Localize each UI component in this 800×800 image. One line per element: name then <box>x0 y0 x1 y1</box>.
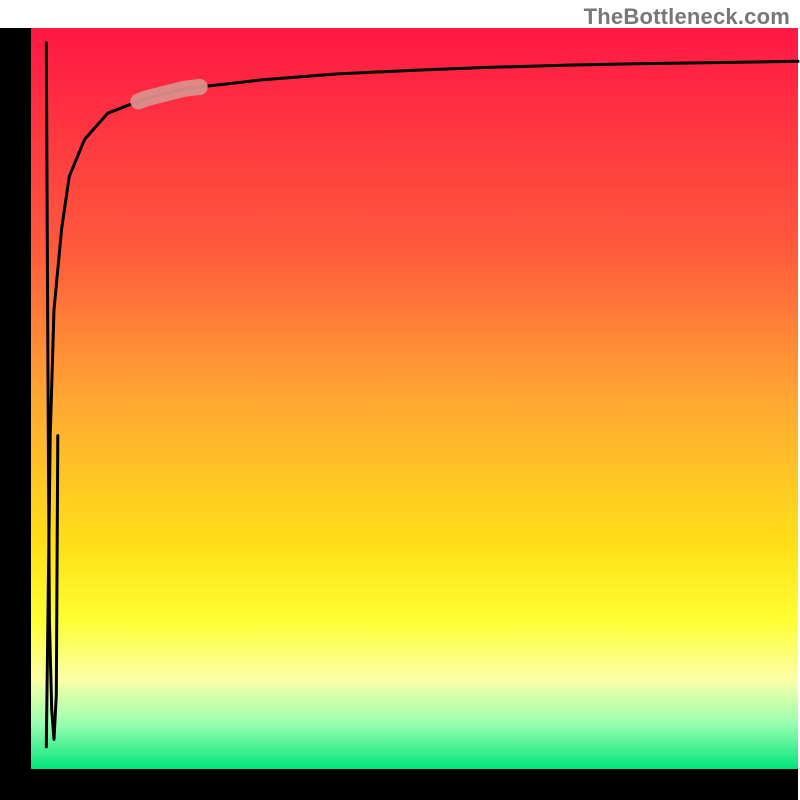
bottleneck-chart <box>0 0 800 800</box>
watermark-text: TheBottleneck.com <box>584 4 790 30</box>
chart-wrapper: TheBottleneck.com <box>0 0 800 800</box>
plot-background <box>31 28 798 769</box>
x-axis-band <box>0 769 798 800</box>
y-axis-band <box>0 28 31 800</box>
